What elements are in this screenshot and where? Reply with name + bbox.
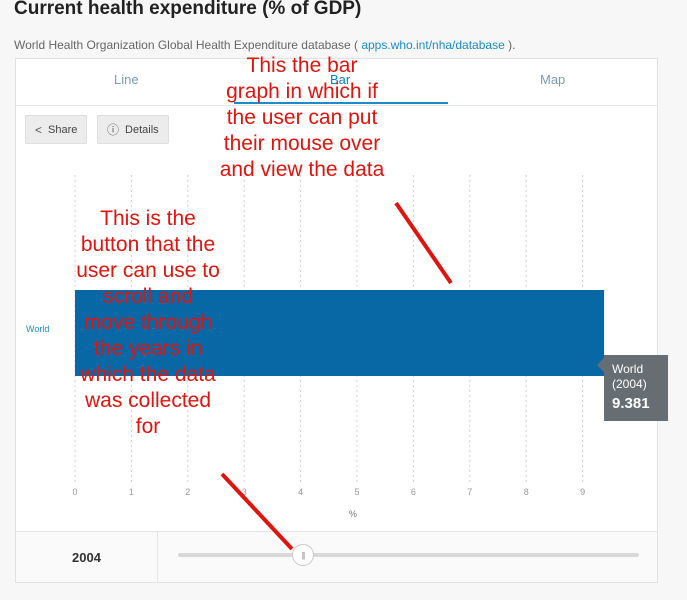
annotation-line: their mouse over xyxy=(223,132,381,155)
arrow-to-bar xyxy=(394,201,453,285)
annotation-bar-note: This the bar graph in which if the user ca… xyxy=(196,53,408,183)
annotation-line: for xyxy=(135,415,161,438)
annotation-line: the user can put xyxy=(226,106,378,129)
annotation-line: move through xyxy=(83,311,213,334)
annotation-slider-note: This is the button that the user can use t… xyxy=(50,206,246,440)
annotation-line: This is the xyxy=(100,207,196,230)
annotation-line: user can use to xyxy=(76,259,220,282)
annotation-line: scroll and xyxy=(103,285,193,308)
annotation-line: This the bar xyxy=(246,54,358,77)
annotation-line: was collected xyxy=(84,389,212,412)
annotation-line: button that the xyxy=(80,233,216,256)
annotation-line: the years in xyxy=(93,337,203,360)
arrow-to-slider xyxy=(220,472,294,551)
annotation-line: which the data xyxy=(80,363,216,386)
annotation-line: and view the data xyxy=(219,158,385,181)
annotation-line: graph in which if xyxy=(226,80,378,103)
